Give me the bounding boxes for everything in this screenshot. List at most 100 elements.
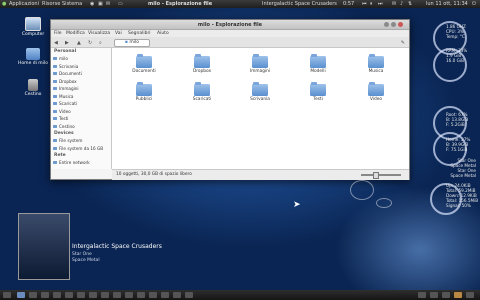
menu-visualizza[interactable]: Visualizza [88,31,110,36]
sidebar-item-scrivania[interactable]: Scrivania [51,63,111,71]
forward-icon[interactable]: ▶ [65,40,69,46]
cpu-temp: Temp: °C [446,34,465,39]
folder-item[interactable]: Modelli [296,54,340,74]
taskbar-item[interactable] [77,292,85,298]
trash-tray-icon[interactable] [466,292,474,298]
taskbar-item[interactable] [41,292,49,298]
network-icon[interactable]: ⇅ [408,1,412,7]
desktop-icon-trash[interactable]: Cestino [13,79,53,97]
trash-icon [28,79,38,91]
taskbar-item[interactable] [29,292,37,298]
taskbar-item[interactable] [173,292,181,298]
menu-sistema[interactable]: Sistema [62,1,82,7]
folder-item[interactable]: Testi [296,82,340,102]
taskbar-item[interactable] [137,292,145,298]
status-text: 10 oggetti, 30,0 GB di spazio libero [116,172,192,177]
active-window-title[interactable]: milo - Esplorazione file [148,1,212,7]
filemanager-launcher-icon[interactable]: ▭ [118,1,123,7]
search-icon[interactable]: ⌕ [99,40,102,46]
prev-track-icon[interactable]: ⏮ [362,1,367,7]
pause-icon[interactable]: ⏸ [370,1,373,7]
maximize-button[interactable] [391,22,396,27]
file-manager-window: milo - Esplorazione file File Modifica V… [50,19,410,180]
back-icon[interactable]: ◀ [54,40,58,46]
song-line: Space Metal [450,173,476,178]
zoom-slider[interactable] [361,172,401,178]
root-free: F: 5.2GiB [446,122,465,127]
window-titlebar[interactable]: milo - Esplorazione file [51,20,409,30]
sidebar-item-filesystem-16gb[interactable]: File system da 16 GB [51,145,111,153]
sidebar-item-scaricati[interactable]: Scaricati [51,100,111,108]
sidebar-item-milo[interactable]: milo [51,55,111,63]
wallpaper-swirl [350,180,374,200]
taskbar-item[interactable] [113,292,121,298]
conky-song: Star One Space Metal Star One Space Meta… [436,158,476,178]
sidebar-item-testi[interactable]: Testi [51,115,111,123]
tray-item[interactable] [442,292,450,298]
taskbar-item[interactable] [53,292,61,298]
menu-risorse[interactable]: Risorse [42,1,60,7]
sidebar-item-dropbox[interactable]: Dropbox [51,78,111,86]
tray-item[interactable] [454,292,462,298]
power-icon[interactable]: ⏻ [472,1,476,7]
folder-label: Scaricati [192,97,212,102]
playback-time: 0:57 [343,1,355,7]
desktop-icon-home[interactable]: Home di milo [13,48,53,66]
folder-item[interactable]: Pubblici [122,82,166,102]
taskbar-item[interactable] [101,292,109,298]
folder-item[interactable]: Musica [354,54,398,74]
folder-item[interactable]: Dropbox [180,54,224,74]
folder-item[interactable]: Scaricati [180,82,224,102]
menu-aiuto[interactable]: Aiuto [157,31,169,36]
taskbar-item[interactable] [185,292,193,298]
folder-item[interactable]: Scrivania [238,82,282,102]
sidebar-item-network[interactable]: Entire network [51,159,111,167]
tray-item[interactable] [430,292,438,298]
up-icon[interactable]: ▲ [77,40,81,46]
sidebar-item-documenti[interactable]: Documenti [51,70,111,78]
taskbar-item[interactable] [89,292,97,298]
sidebar-item-filesystem[interactable]: File system [51,137,111,145]
location-button[interactable]: ▪ milo [114,39,150,47]
album-art [18,213,70,280]
folder-item[interactable]: Immagini [238,54,282,74]
taskbar-item[interactable] [125,292,133,298]
desktop-icon-computer[interactable]: Computer [13,17,53,37]
show-desktop-button[interactable] [3,292,11,298]
terminal-launcher-icon[interactable]: ▣ [98,1,103,7]
menu-modifica[interactable]: Modifica [66,31,85,36]
video-folder-icon [368,82,384,96]
close-button[interactable] [398,22,403,27]
sidebar-item-musica[interactable]: Musica [51,93,111,101]
volume-icon[interactable]: ♪ [400,1,403,7]
taskbar-item[interactable] [149,292,157,298]
minimize-button[interactable] [384,22,389,27]
menu-file[interactable]: File [54,31,62,36]
sidebar-heading: Personal [54,49,77,54]
home-free: F: 75.1GiB [446,147,468,152]
next-track-icon[interactable]: ⏭ [378,1,383,7]
sidebar-item-video[interactable]: Video [51,108,111,116]
now-playing-title[interactable]: Intergalactic Space Crusaders [262,1,337,7]
taskbar-item[interactable] [161,292,169,298]
tray-item[interactable] [418,292,426,298]
folder-item[interactable]: Video [354,82,398,102]
folder-label: Immagini [249,69,271,74]
mail-launcher-icon[interactable]: ✉ [106,1,110,7]
mail-indicator-icon[interactable]: ✉ [392,1,396,7]
menu-vai[interactable]: Vai [115,31,122,36]
browser-launcher-icon[interactable]: ◉ [90,1,94,7]
taskbar-item[interactable] [17,292,25,298]
taskbar-item[interactable] [65,292,73,298]
clock[interactable]: lun 11 ott, 11:34 [426,1,468,7]
menu-segnalibri[interactable]: Segnalibri [128,31,151,36]
folder-item[interactable]: Documenti [122,54,166,74]
folder-icon [310,54,326,68]
wrench-icon[interactable]: ✎ [401,40,405,46]
menu-applicazioni[interactable]: Applicazioni [9,1,39,7]
sidebar-item-cestino[interactable]: Cestino [51,123,111,131]
folder-icon [136,54,152,68]
ubuntu-logo-icon[interactable]: ● [2,1,6,7]
reload-icon[interactable]: ↻ [88,40,92,46]
sidebar-item-immagini[interactable]: Immagini [51,85,111,93]
